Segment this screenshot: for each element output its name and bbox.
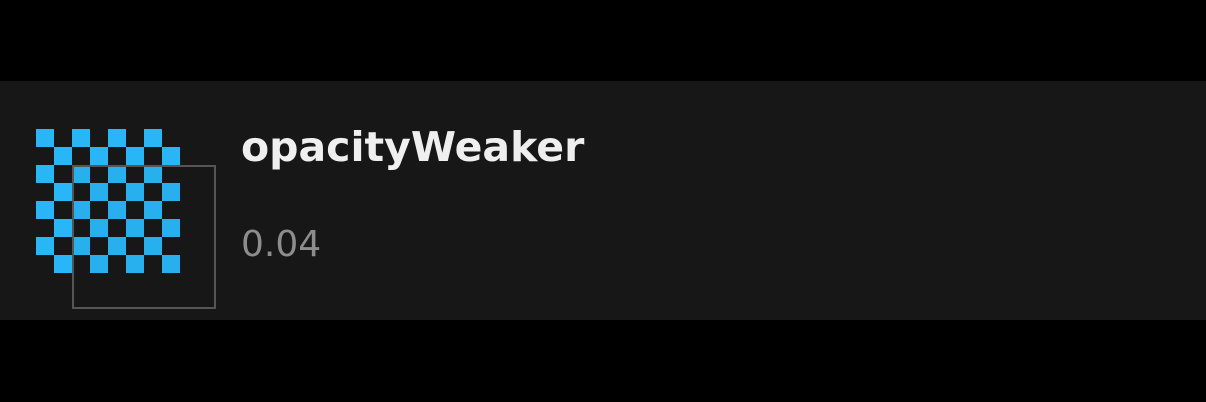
checker-cell <box>54 255 72 273</box>
checker-cell <box>108 129 126 147</box>
checker-cell <box>36 201 54 219</box>
token-row: opacityWeaker 0.04 <box>0 81 1206 320</box>
checker-cell <box>72 129 90 147</box>
checker-cell <box>90 147 108 165</box>
token-name: opacityWeaker <box>241 123 585 171</box>
checkerboard-icon <box>36 129 216 309</box>
checker-cell <box>54 219 72 237</box>
token-value: 0.04 <box>241 224 322 265</box>
opacity-swatch-icon <box>36 129 216 309</box>
checker-cell <box>126 147 144 165</box>
opacity-overlay-square <box>72 165 216 309</box>
checker-cell <box>36 237 54 255</box>
checker-cell <box>54 147 72 165</box>
checker-cell <box>54 183 72 201</box>
checker-cell <box>144 129 162 147</box>
checker-cell <box>36 129 54 147</box>
checker-cell <box>162 147 180 165</box>
checker-cell <box>36 165 54 183</box>
